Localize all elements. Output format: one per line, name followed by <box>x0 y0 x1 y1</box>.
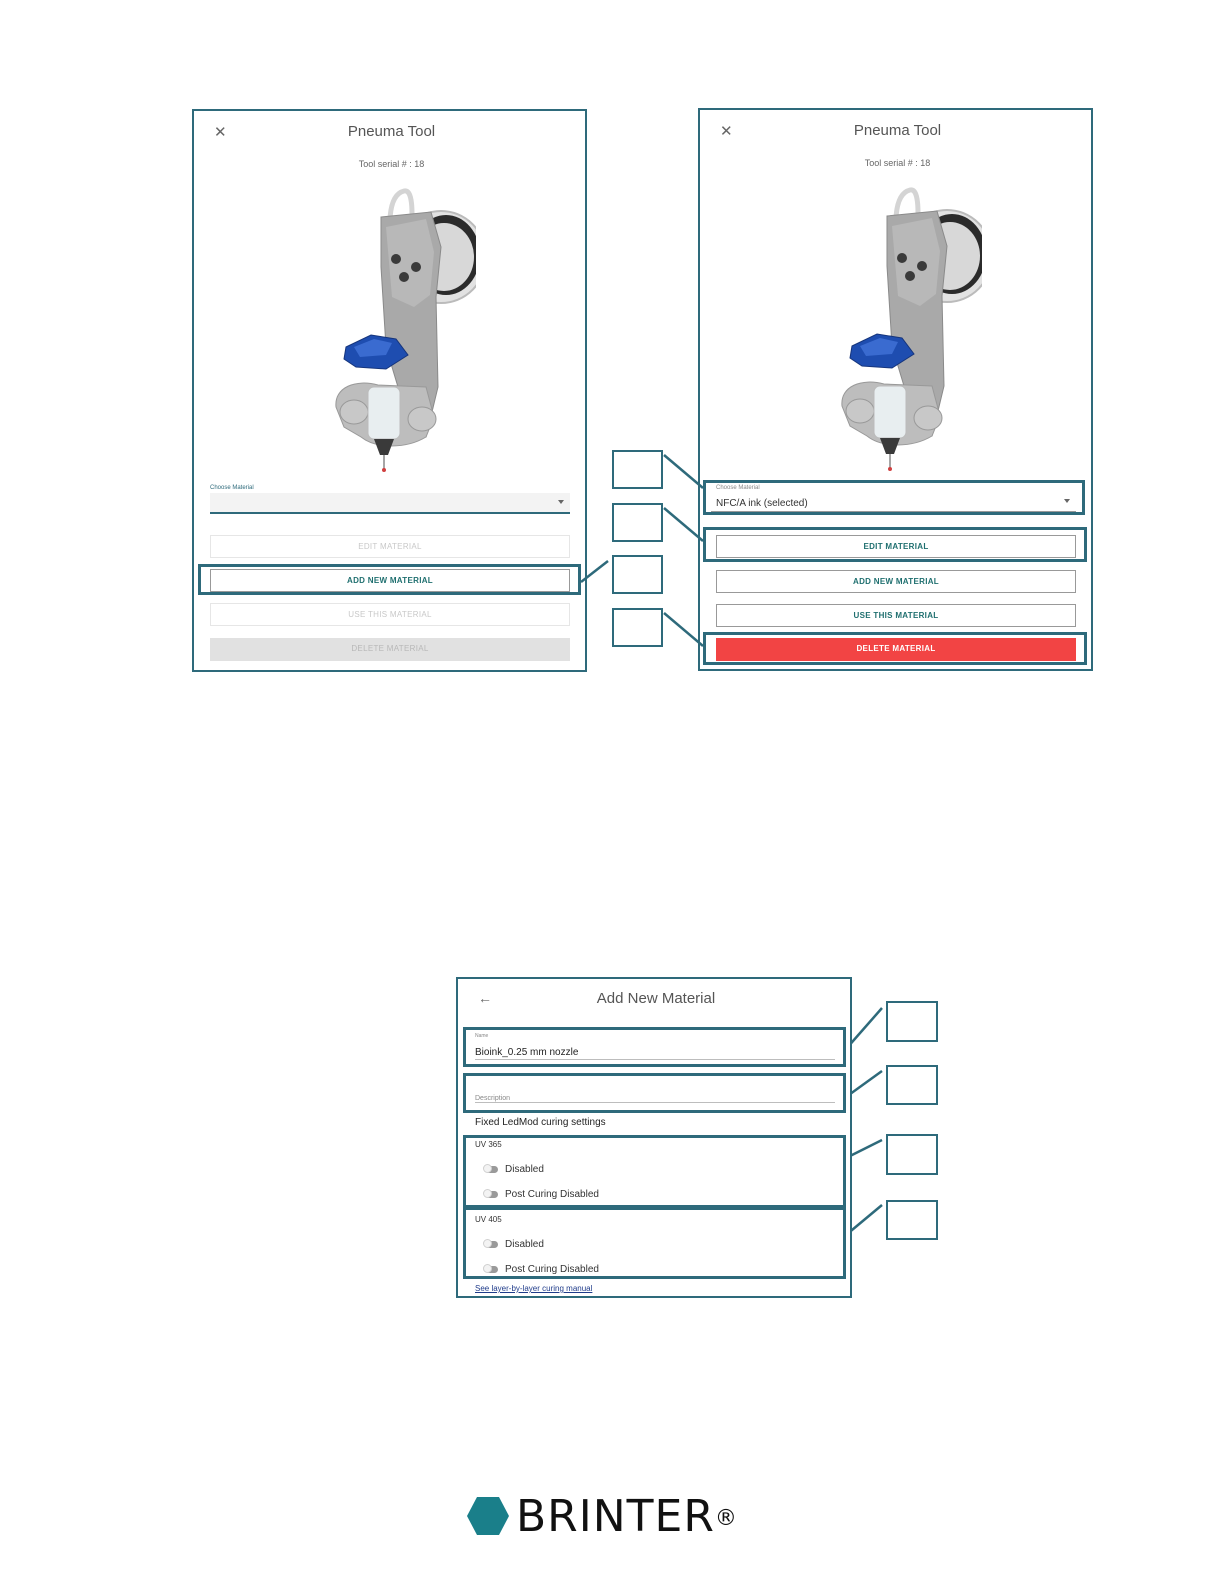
brand-wordmark: BRINTER® <box>516 1490 738 1544</box>
add-material-title: Add New Material <box>596 990 716 1007</box>
callout-frame-uv405 <box>463 1207 846 1279</box>
callout-number-box <box>886 1134 938 1175</box>
callout-number-box <box>886 1001 938 1042</box>
callout-frame-description <box>463 1073 846 1113</box>
brand-name: BRINTER <box>516 1491 715 1542</box>
fixed-settings-text: Fixed LedMod curing settings <box>475 1117 606 1128</box>
callout-frame-name <box>463 1027 846 1067</box>
brinter-hexagon-logo-icon <box>467 1497 509 1535</box>
registered-mark: ® <box>714 1506 738 1531</box>
callout-number-box <box>886 1200 938 1240</box>
callout-leader-lines <box>580 454 883 1236</box>
callout-frame-uv365 <box>463 1135 846 1208</box>
curing-manual-link[interactable]: See layer-by-layer curing manual <box>475 1284 592 1293</box>
callout-number-box <box>886 1065 938 1105</box>
